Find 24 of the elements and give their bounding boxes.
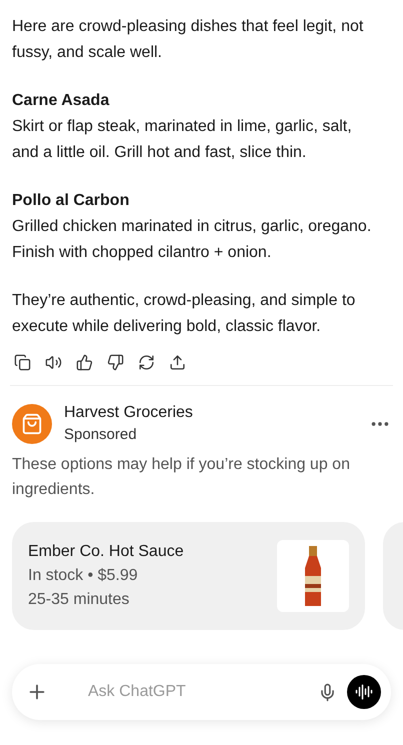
message-paragraph: Here are crowd-pleasing dishes that feel legit, not fussy, and scale well. bbox=[12, 17, 364, 63]
message-paragraph: Grilled chicken marinated in citrus, garlic, oregano. Finish with chopped cilantro + onion. bbox=[12, 217, 372, 263]
copy-icon[interactable] bbox=[14, 354, 31, 371]
product-card[interactable]: Ember Co. Hot Sauce In stock • $5.99 25-35 minutes bbox=[12, 522, 365, 630]
product-availability: In stock • $5.99 bbox=[28, 566, 139, 586]
microphone-icon[interactable] bbox=[318, 682, 337, 702]
message-paragraph: They’re authentic, crowd-pleasing, and simple to execute while delivering bold, classic flavor. bbox=[12, 291, 356, 337]
speaker-icon[interactable] bbox=[45, 354, 62, 371]
product-name: Ember Co. Hot Sauce bbox=[28, 542, 185, 562]
dish-title: Carne Asada bbox=[12, 91, 110, 111]
refresh-icon[interactable] bbox=[138, 354, 155, 371]
message-paragraph: Skirt or flap steak, marinated in lime, garlic, salt, and a little oil. Grill hot and fast, slice thin. bbox=[12, 117, 353, 163]
shopping-bag-icon bbox=[12, 404, 52, 444]
share-icon[interactable] bbox=[169, 354, 186, 371]
voice-button[interactable] bbox=[347, 675, 381, 709]
thumbs-up-icon[interactable] bbox=[76, 354, 93, 371]
chat-input[interactable]: Ask ChatGPT bbox=[58, 682, 308, 702]
delivery-time: 25-35 minutes bbox=[28, 590, 130, 610]
waveform-icon bbox=[355, 683, 373, 701]
thumbs-down-icon[interactable] bbox=[107, 354, 124, 371]
sponsor-description: These options may help if you’re stocking up on ingredients. bbox=[11, 455, 351, 500]
sponsored-label: Sponsored bbox=[64, 425, 138, 445]
sponsor-name: Harvest Groceries bbox=[64, 403, 194, 423]
dish-title: Pollo al Carbon bbox=[12, 191, 130, 211]
